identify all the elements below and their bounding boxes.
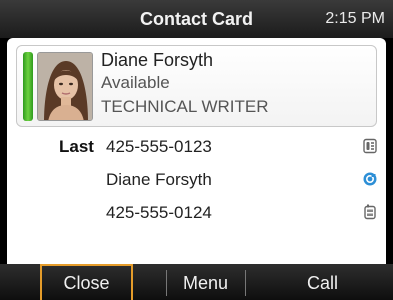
mobile-phone-icon: [364, 204, 376, 220]
person-photo-icon: [38, 53, 92, 120]
status-bar: Contact Card 2:15 PM: [0, 0, 393, 38]
contact-card-panel: Diane Forsyth Available TECHNICAL WRITER…: [7, 38, 386, 264]
detail-value: 425-555-0124: [106, 203, 212, 222]
contact-name: Diane Forsyth: [101, 50, 214, 70]
clock: 2:15 PM: [325, 10, 385, 27]
job-title: TECHNICAL WRITER: [101, 97, 269, 116]
detail-row-mobile-phone[interactable]: 425-555-0124: [7, 199, 386, 227]
im-icon: [363, 172, 377, 186]
work-phone-icon: [363, 138, 377, 154]
presence-indicator: [23, 52, 33, 121]
softkey-bar: Close Menu Call: [0, 264, 393, 300]
detail-row-im[interactable]: Diane Forsyth: [7, 166, 386, 194]
divider: [245, 270, 246, 296]
close-button[interactable]: Close: [40, 264, 133, 300]
detail-value: 425-555-0123: [106, 137, 212, 156]
presence-status: Available: [101, 73, 170, 92]
avatar: [37, 52, 93, 121]
menu-button[interactable]: Menu: [167, 264, 244, 300]
contact-header[interactable]: Diane Forsyth Available TECHNICAL WRITER: [16, 45, 377, 127]
detail-label: Last: [59, 137, 94, 156]
call-button[interactable]: Call: [276, 264, 369, 300]
detail-row-work-phone[interactable]: Last 425-555-0123: [7, 133, 386, 161]
detail-value: Diane Forsyth: [106, 170, 212, 189]
